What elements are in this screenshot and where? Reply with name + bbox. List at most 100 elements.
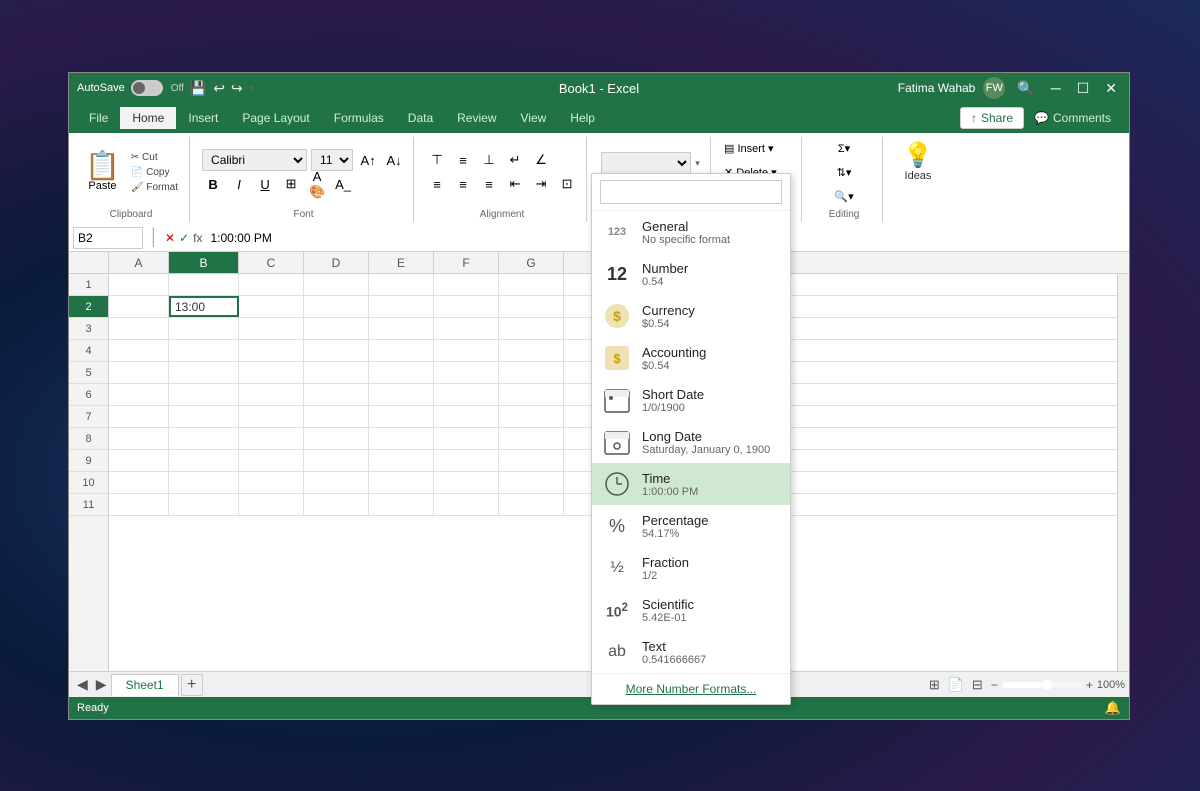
format-item-accounting[interactable]: $ Accounting $0.54 <box>592 337 790 379</box>
cell-a3[interactable] <box>109 318 169 339</box>
vertical-scrollbar[interactable] <box>1117 274 1129 671</box>
col-header-c[interactable]: C <box>239 252 304 273</box>
sheet-nav-left[interactable]: ◀ <box>73 676 92 693</box>
undo-icon[interactable]: ↩ <box>213 80 225 97</box>
cell-c2[interactable] <box>239 296 304 317</box>
format-item-short-date[interactable]: Short Date 1/0/1900 <box>592 379 790 421</box>
merge-cells-button[interactable]: ⊡ <box>556 173 578 195</box>
row-num-3[interactable]: 3 <box>69 318 108 340</box>
align-left-button[interactable]: ≡ <box>426 173 448 195</box>
increase-font-button[interactable]: A↑ <box>357 149 379 171</box>
insert-cells-button[interactable]: ▤ Insert ▾ <box>723 137 793 159</box>
format-item-text[interactable]: ab Text 0.541666667 <box>592 631 790 673</box>
comments-button[interactable]: 💬 Comments <box>1024 108 1121 128</box>
col-header-g[interactable]: G <box>499 252 564 273</box>
format-item-fraction[interactable]: ½ Fraction 1/2 <box>592 547 790 589</box>
row-num-10[interactable]: 10 <box>69 472 108 494</box>
cell-g3[interactable] <box>499 318 564 339</box>
align-middle-button[interactable]: ≡ <box>452 149 474 171</box>
row-num-6[interactable]: 6 <box>69 384 108 406</box>
decrease-indent-button[interactable]: ⇤ <box>504 173 526 195</box>
format-item-percentage[interactable]: % Percentage 54.17% <box>592 505 790 547</box>
cell-c3[interactable] <box>239 318 304 339</box>
bold-button[interactable]: B <box>202 173 224 195</box>
restore-button[interactable]: ☐ <box>1073 80 1094 97</box>
tab-review[interactable]: Review <box>445 107 508 129</box>
cell-d3[interactable] <box>304 318 369 339</box>
format-item-time[interactable]: Time 1:00:00 PM <box>592 463 790 505</box>
decrease-font-button[interactable]: A↓ <box>383 149 405 171</box>
cell-f3[interactable] <box>434 318 499 339</box>
align-top-button[interactable]: ⊤ <box>426 149 448 171</box>
cell-a2[interactable] <box>109 296 169 317</box>
cell-b1[interactable] <box>169 274 239 295</box>
zoom-in-button[interactable]: + <box>1086 678 1093 692</box>
save-icon[interactable]: 💾 <box>190 80 207 97</box>
tab-data[interactable]: Data <box>396 107 445 129</box>
redo-icon[interactable]: ↪ <box>231 80 243 97</box>
autosave-toggle[interactable] <box>131 80 163 96</box>
tab-file[interactable]: File <box>77 107 120 129</box>
format-item-number[interactable]: 12 Number 0.54 <box>592 253 790 295</box>
format-item-scientific[interactable]: 102 Scientific 5.42E-01 <box>592 589 790 631</box>
format-item-general[interactable]: 123 General No specific format <box>592 211 790 253</box>
sheet-nav-right[interactable]: ▶ <box>92 676 111 693</box>
tab-view[interactable]: View <box>509 107 559 129</box>
cell-g1[interactable] <box>499 274 564 295</box>
close-button[interactable]: ✕ <box>1101 80 1121 97</box>
col-header-e[interactable]: E <box>369 252 434 273</box>
cell-reference-box[interactable]: B2 <box>73 227 143 249</box>
paste-button[interactable]: 📋 Paste <box>81 150 124 194</box>
cut-button[interactable]: ✂ Cut <box>128 151 181 164</box>
format-item-currency[interactable]: $ Currency $0.54 <box>592 295 790 337</box>
ideas-button[interactable]: 💡 Ideas <box>895 137 941 186</box>
fill-color-button[interactable]: A🎨 <box>306 173 328 195</box>
format-search-input[interactable] <box>600 180 782 204</box>
cell-d1[interactable] <box>304 274 369 295</box>
row-num-2[interactable]: 2 <box>69 296 108 318</box>
add-sheet-button[interactable]: + <box>181 674 203 696</box>
zoom-out-button[interactable]: − <box>991 678 998 692</box>
accessibility-icon[interactable]: 🔔 <box>1105 700 1121 716</box>
col-header-d[interactable]: D <box>304 252 369 273</box>
tab-page-layout[interactable]: Page Layout <box>230 107 321 129</box>
row-num-4[interactable]: 4 <box>69 340 108 362</box>
find-select-button[interactable]: 🔍▾ <box>814 185 874 207</box>
sort-filter-button[interactable]: ⇅▾ <box>814 161 874 183</box>
tab-home[interactable]: Home <box>120 107 176 129</box>
cell-e3[interactable] <box>369 318 434 339</box>
borders-button[interactable]: ⊞ <box>280 173 302 195</box>
cell-c1[interactable] <box>239 274 304 295</box>
align-bottom-button[interactable]: ⊥ <box>478 149 500 171</box>
minimize-button[interactable]: ─ <box>1047 80 1065 96</box>
qat-dropdown-icon[interactable]: ▾ <box>249 83 254 94</box>
cell-e1[interactable] <box>369 274 434 295</box>
cancel-formula-icon[interactable]: ✕ <box>165 231 175 245</box>
cell-f1[interactable] <box>434 274 499 295</box>
cell-b3[interactable] <box>169 318 239 339</box>
align-right-button[interactable]: ≡ <box>478 173 500 195</box>
format-painter-button[interactable]: 🖌 Format <box>128 181 181 194</box>
tab-insert[interactable]: Insert <box>176 107 230 129</box>
cell-a1[interactable] <box>109 274 169 295</box>
increase-indent-button[interactable]: ⇥ <box>530 173 552 195</box>
col-header-a[interactable]: A <box>109 252 169 273</box>
row-num-7[interactable]: 7 <box>69 406 108 428</box>
number-format-dropdown-icon[interactable]: ▾ <box>695 158 700 169</box>
tab-help[interactable]: Help <box>558 107 607 129</box>
align-center-button[interactable]: ≡ <box>452 173 474 195</box>
row-num-9[interactable]: 9 <box>69 450 108 472</box>
wrap-text-button[interactable]: ↵ <box>504 149 526 171</box>
number-format-select[interactable] <box>601 152 691 174</box>
font-family-select[interactable]: Calibri <box>202 149 307 171</box>
confirm-formula-icon[interactable]: ✓ <box>179 231 189 245</box>
cell-e2[interactable] <box>369 296 434 317</box>
cell-b2[interactable]: 13:00 <box>169 296 239 317</box>
row-num-11[interactable]: 11 <box>69 494 108 516</box>
page-layout-view-button[interactable]: 📄 <box>948 677 964 693</box>
col-header-b[interactable]: B <box>169 252 239 273</box>
cell-d2[interactable] <box>304 296 369 317</box>
window-search-icon[interactable]: 🔍 <box>1013 80 1038 97</box>
cell-f2[interactable] <box>434 296 499 317</box>
format-item-long-date[interactable]: Long Date Saturday, January 0, 1900 <box>592 421 790 463</box>
